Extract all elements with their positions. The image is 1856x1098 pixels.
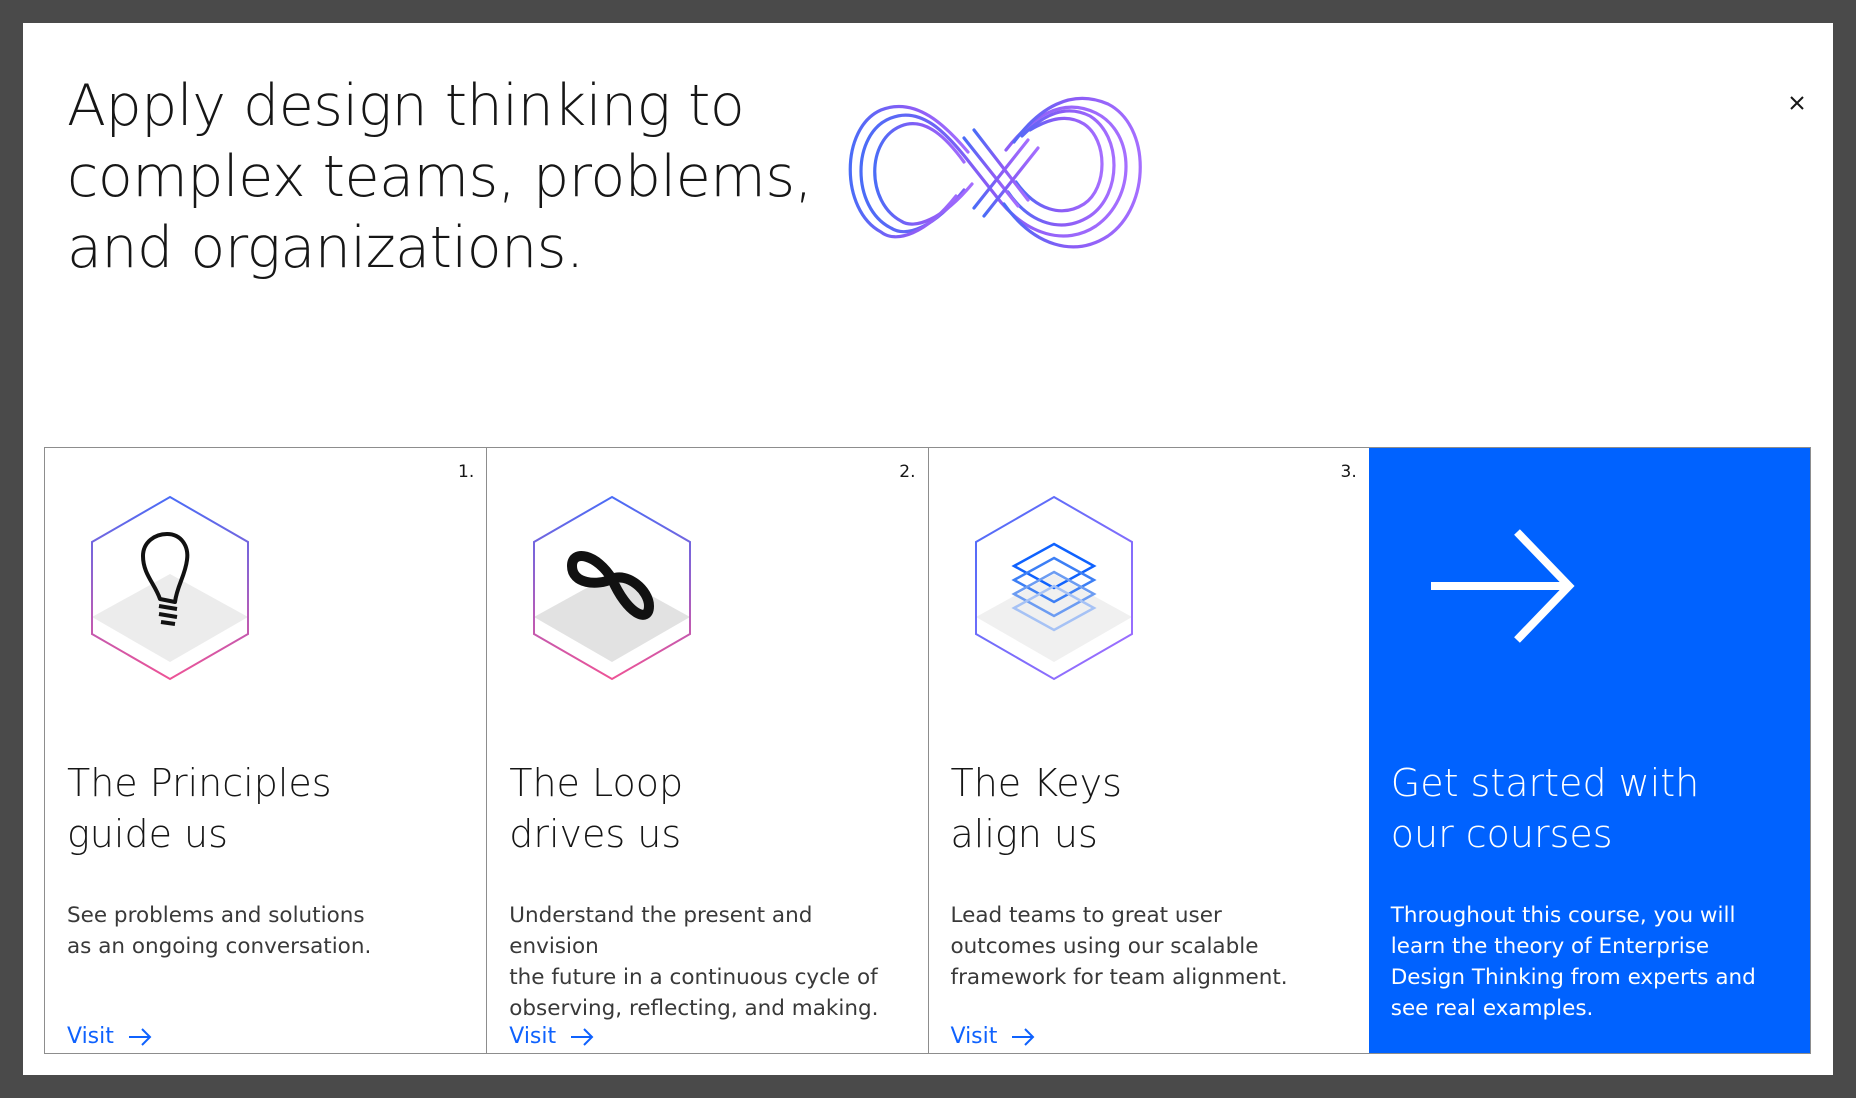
visit-link-label: Visit bbox=[509, 1024, 557, 1049]
visit-link-label: Visit bbox=[67, 1024, 114, 1049]
visit-link-loop[interactable]: Visit bbox=[509, 1024, 594, 1049]
card-title: The Loop drives us bbox=[509, 761, 684, 856]
card-title: The Keys align us bbox=[950, 761, 1122, 856]
card-description: Throughout this course, you will learn t… bbox=[1390, 903, 1756, 1021]
cards-row: 1. The Principles guide us See problems … bbox=[44, 447, 1811, 1054]
visit-link-keys[interactable]: Visit bbox=[951, 1024, 1036, 1049]
close-icon bbox=[1790, 96, 1804, 110]
page-headline: Apply design thinking to complex teams, … bbox=[67, 73, 813, 281]
arrow-right-icon bbox=[1012, 1027, 1035, 1046]
lightbulb-hexagon-icon bbox=[91, 495, 249, 681]
close-button[interactable] bbox=[1769, 75, 1825, 131]
card-description: Lead teams to great user outcomes using … bbox=[950, 903, 1288, 990]
card-number: 1. bbox=[458, 462, 475, 482]
card-title: Get started with our courses bbox=[1390, 761, 1700, 856]
arrow-right-icon bbox=[571, 1027, 594, 1046]
card-principles[interactable]: 1. The Principles guide us See problems … bbox=[45, 448, 486, 1053]
infinity-hexagon-icon bbox=[533, 495, 692, 681]
modal-dialog: Apply design thinking to complex teams, … bbox=[23, 23, 1833, 1075]
visit-link-principles[interactable]: Visit bbox=[67, 1024, 152, 1049]
card-description: See problems and solutions as an ongoing… bbox=[67, 903, 372, 959]
card-courses-cta[interactable]: Get started with our courses Throughout … bbox=[1368, 448, 1810, 1053]
card-number: 2. bbox=[899, 462, 916, 482]
stacked-layers-hexagon-icon bbox=[974, 495, 1133, 681]
arrow-right-icon bbox=[128, 1027, 152, 1046]
card-loop[interactable]: 2. The Loop drives us Understand the pre… bbox=[486, 448, 927, 1053]
card-title: The Principles guide us bbox=[67, 761, 332, 856]
infinity-loop-icon bbox=[848, 96, 1142, 249]
card-number: 3. bbox=[1340, 462, 1357, 482]
arrow-right-icon bbox=[1430, 529, 1575, 643]
card-keys[interactable]: 3. The Keys align us Lead teams to great… bbox=[927, 448, 1369, 1053]
visit-link-label: Visit bbox=[950, 1024, 998, 1049]
card-description: Understand the present and envision the … bbox=[509, 903, 879, 1021]
